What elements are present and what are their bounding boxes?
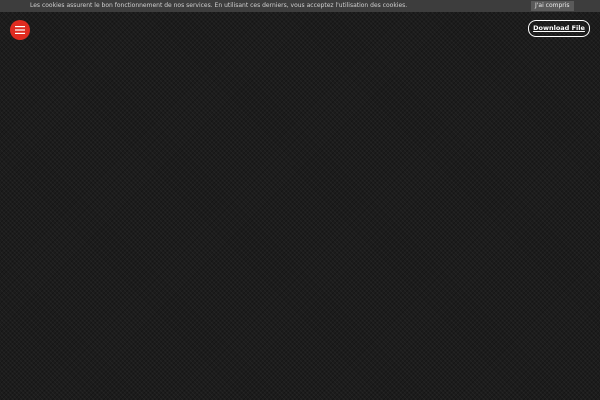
cookie-banner: Les cookies assurent le bon fonctionneme… bbox=[0, 0, 600, 12]
cookie-accept-button[interactable]: J'ai compris bbox=[531, 1, 574, 11]
download-file-button[interactable]: Download File bbox=[528, 20, 590, 37]
page: { "cookie_bar": { "message": "Les cookie… bbox=[0, 0, 600, 400]
cookie-message: Les cookies assurent le bon fonctionneme… bbox=[30, 2, 408, 9]
hamburger-menu-icon bbox=[15, 26, 25, 34]
menu-button[interactable] bbox=[10, 20, 30, 40]
